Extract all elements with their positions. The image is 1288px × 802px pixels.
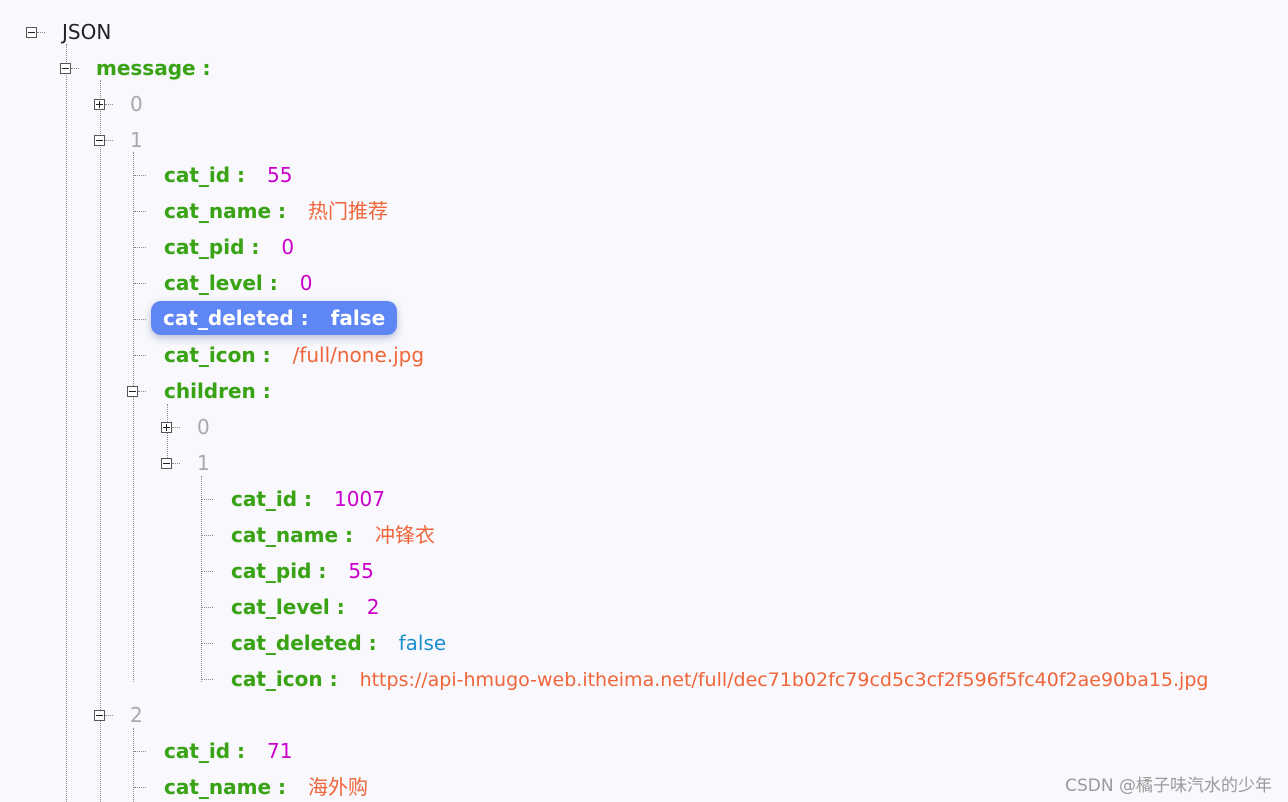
collapse-toggle-icon[interactable] — [60, 63, 71, 74]
array-index[interactable]: 1 — [130, 122, 143, 158]
tree-guide-line — [167, 404, 168, 466]
root-label: JSON — [62, 20, 112, 44]
array-index[interactable]: 0 — [197, 409, 210, 445]
field-key: cat_level : — [164, 271, 278, 295]
collapse-toggle-icon[interactable] — [26, 27, 37, 38]
field-value: 2 — [366, 595, 380, 619]
tree-guide-line — [100, 80, 101, 802]
tree-connector — [201, 499, 213, 500]
tree-guide-line — [133, 152, 134, 682]
node-key[interactable]: message : — [96, 50, 211, 86]
array-index[interactable]: 2 — [130, 697, 143, 733]
field-value: 热门推荐 — [308, 199, 389, 223]
field-value: 冲锋衣 — [375, 523, 436, 547]
tree-connector — [134, 175, 146, 176]
array-index[interactable]: 1 — [197, 445, 210, 481]
tree-connector — [134, 211, 146, 212]
field-key: cat_name : — [231, 523, 354, 547]
field-key: cat_name : — [164, 775, 287, 799]
field-key: cat_id : — [164, 739, 246, 763]
tree-connector — [201, 679, 213, 680]
tree-connector — [138, 391, 146, 392]
collapse-toggle-icon[interactable] — [127, 386, 138, 397]
field-key: cat_deleted : — [231, 631, 377, 655]
field-key: cat_level : — [231, 595, 345, 619]
field-key: cat_pid : — [164, 235, 260, 259]
expand-toggle-icon[interactable] — [94, 99, 105, 110]
tree-connector — [172, 427, 180, 428]
field-key: cat_pid : — [231, 559, 327, 583]
tree-guide-line — [201, 476, 202, 682]
selection-highlight[interactable]: cat_deleted : false — [151, 301, 398, 335]
tree-connector — [134, 247, 146, 248]
field-key: cat_icon : — [164, 343, 271, 367]
field-value: 0 — [281, 235, 295, 259]
field-key: cat_id : — [164, 163, 246, 187]
tree-connector — [71, 68, 79, 69]
field-value: false — [330, 306, 386, 330]
field-value: https://api-hmugo-web.itheima.net/full/d… — [359, 669, 1209, 691]
field-key: cat_id : — [231, 487, 313, 511]
field-value: 71 — [267, 739, 293, 763]
tree-connector — [172, 463, 180, 464]
field-value: 55 — [348, 559, 374, 583]
json-viewer: JSON message : 0 1 cat_id : 55 cat_name :… — [0, 0, 1288, 802]
tree-connector — [201, 643, 213, 644]
watermark: CSDN @橘子味汽水的少年 — [1065, 776, 1272, 796]
field-value: 海外购 — [308, 775, 369, 799]
field-value: 55 — [267, 163, 293, 187]
expand-toggle-icon[interactable] — [161, 422, 172, 433]
tree-connector — [105, 104, 113, 105]
field-value: 1007 — [334, 487, 385, 511]
tree-connector — [134, 319, 146, 320]
tree-connector — [201, 571, 213, 572]
tree-guide-line — [66, 44, 67, 802]
field-value: false — [398, 631, 447, 655]
array-index[interactable]: 0 — [130, 86, 143, 122]
field-key: cat_name : — [164, 199, 287, 223]
collapse-toggle-icon[interactable] — [94, 710, 105, 721]
field-key: cat_deleted : — [163, 306, 309, 330]
tree-connector — [201, 535, 213, 536]
tree-connector — [134, 751, 146, 752]
tree-connector — [201, 607, 213, 608]
field-key: cat_icon : — [231, 667, 338, 691]
field-value: /full/none.jpg — [292, 343, 425, 367]
tree-guide-line — [133, 728, 134, 802]
collapse-toggle-icon[interactable] — [94, 135, 105, 146]
collapse-toggle-icon[interactable] — [161, 458, 172, 469]
tree-connector — [134, 787, 146, 788]
tree-connector — [105, 715, 113, 716]
node-key[interactable]: children : — [164, 373, 271, 409]
tree-connector — [134, 283, 146, 284]
tree-connector — [37, 32, 45, 33]
tree-connector — [105, 140, 113, 141]
field-value: 0 — [299, 271, 313, 295]
tree-connector — [134, 355, 146, 356]
